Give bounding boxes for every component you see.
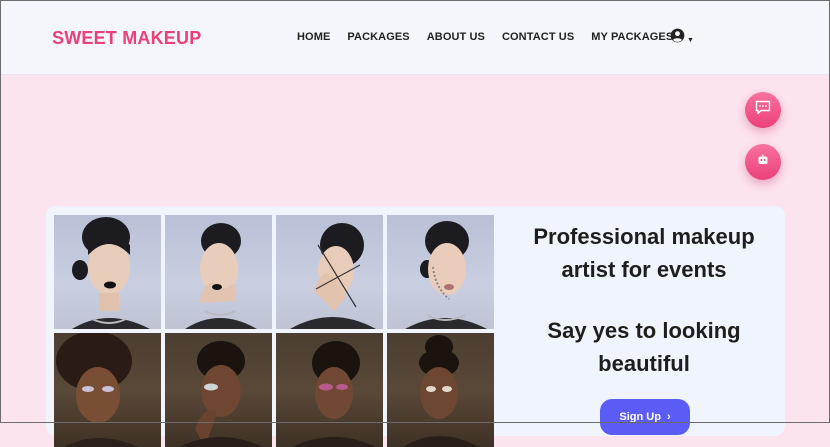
sign-up-button[interactable]: Sign Up › xyxy=(600,399,690,435)
nav-packages[interactable]: PACKAGES xyxy=(347,31,409,43)
user-circle-icon xyxy=(670,28,685,48)
portfolio-photo[interactable] xyxy=(165,333,272,447)
nav-my-packages[interactable]: MY PACKAGES xyxy=(591,31,673,43)
account-menu[interactable]: ▼ xyxy=(670,28,694,48)
sign-up-label: Sign Up xyxy=(619,411,661,423)
chevron-right-icon: › xyxy=(666,411,671,423)
nav-home[interactable]: HOME xyxy=(297,31,330,43)
hero-headline: Professional makeup artist for events xyxy=(533,224,755,282)
portfolio-photo[interactable] xyxy=(54,333,161,447)
portfolio-photo[interactable] xyxy=(387,215,494,329)
chevron-down-icon: ▼ xyxy=(687,36,694,44)
robot-icon xyxy=(757,153,769,171)
nav-links: HOME PACKAGES ABOUT US CONTACT US MY PAC… xyxy=(297,31,690,43)
portfolio-photo[interactable] xyxy=(387,333,494,447)
hero-card: Professional makeup artist for events Sa… xyxy=(46,206,785,447)
portfolio-gallery xyxy=(54,215,494,447)
nav-contact-us[interactable]: CONTACT US xyxy=(502,31,574,43)
top-navbar: SWEET MAKEUP HOME PACKAGES ABOUT US CONT… xyxy=(0,0,830,75)
brand-logo[interactable]: SWEET MAKEUP xyxy=(52,28,201,49)
hero-copy: Professional makeup artist for events Sa… xyxy=(504,220,784,380)
portfolio-photo[interactable] xyxy=(276,215,383,329)
chat-icon xyxy=(755,100,771,120)
chatbot-button[interactable] xyxy=(745,144,781,180)
portfolio-photo[interactable] xyxy=(54,215,161,329)
nav-about-us[interactable]: ABOUT US xyxy=(427,31,485,43)
hero-tagline: Say yes to looking beautiful xyxy=(547,318,741,376)
portfolio-photo[interactable] xyxy=(165,215,272,329)
portfolio-photo[interactable] xyxy=(276,333,383,447)
chat-button[interactable] xyxy=(745,92,781,128)
